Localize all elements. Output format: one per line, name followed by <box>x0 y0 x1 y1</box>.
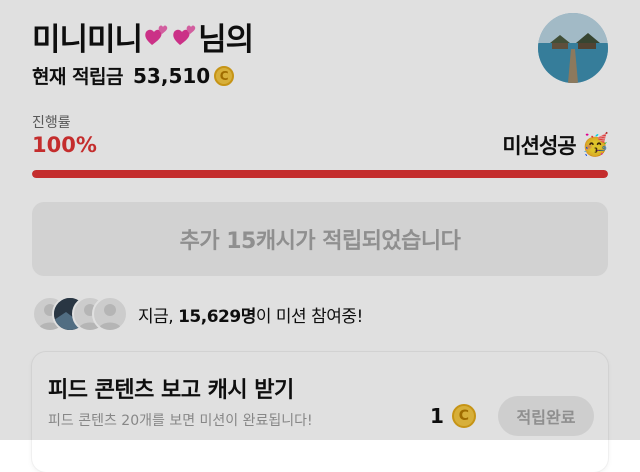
user-name: 미니미니 <box>32 21 143 58</box>
mission-status-text: 미션성공 <box>502 134 576 158</box>
mission-title: 피드 콘텐츠 보고 캐시 받기 <box>48 378 294 403</box>
balance-label: 현재 적립금 <box>32 66 124 88</box>
party-icon: 🥳 <box>581 132 609 158</box>
reward-banner-text: 추가 15캐시가 적립되었습니다 <box>179 229 461 254</box>
heart-icon <box>171 23 197 49</box>
participants-count: 15,629명 <box>178 306 256 327</box>
mission-status: 미션성공 🥳 <box>502 130 609 160</box>
mission-card[interactable]: 피드 콘텐츠 보고 캐시 받기 피드 콘텐츠 20개를 보면 미션이 완료됩니다… <box>32 352 608 472</box>
avatar[interactable] <box>538 13 608 83</box>
participants-row: 지금, 15,629명이 미션 참여중! <box>32 296 363 332</box>
progress-label: 진행률 <box>32 115 71 131</box>
participants-suffix: 이 미션 참여중! <box>255 306 363 327</box>
name-suffix: 님의 <box>198 21 254 58</box>
balance-row: 현재 적립금 53,510 C <box>32 62 253 89</box>
reward-amount: 1 <box>430 404 444 428</box>
mission-reward: 1 C <box>430 404 476 428</box>
progress-bar-fill <box>32 170 608 178</box>
reward-banner: 추가 15캐시가 적립되었습니다 <box>32 202 608 276</box>
user-greeting: 미니미니 님의 <box>32 14 254 58</box>
progress-percent: 100% <box>32 133 97 157</box>
coin-icon: C <box>214 65 235 86</box>
participants-prefix: 지금, <box>138 306 179 327</box>
mission-description: 피드 콘텐츠 20개를 보면 미션이 완료됩니다! <box>48 413 313 429</box>
header: 미니미니 님의 현재 적립금 53,510 C <box>32 14 254 89</box>
participant-avatar <box>92 296 128 332</box>
participants-text: 지금, 15,629명이 미션 참여중! <box>138 302 363 327</box>
balance-amount: 53,510 <box>133 63 211 88</box>
reward-complete-button[interactable]: 적립완료 <box>498 396 594 436</box>
coin-icon: C <box>451 404 476 428</box>
heart-icon <box>143 23 169 49</box>
progress-bar <box>32 170 608 178</box>
